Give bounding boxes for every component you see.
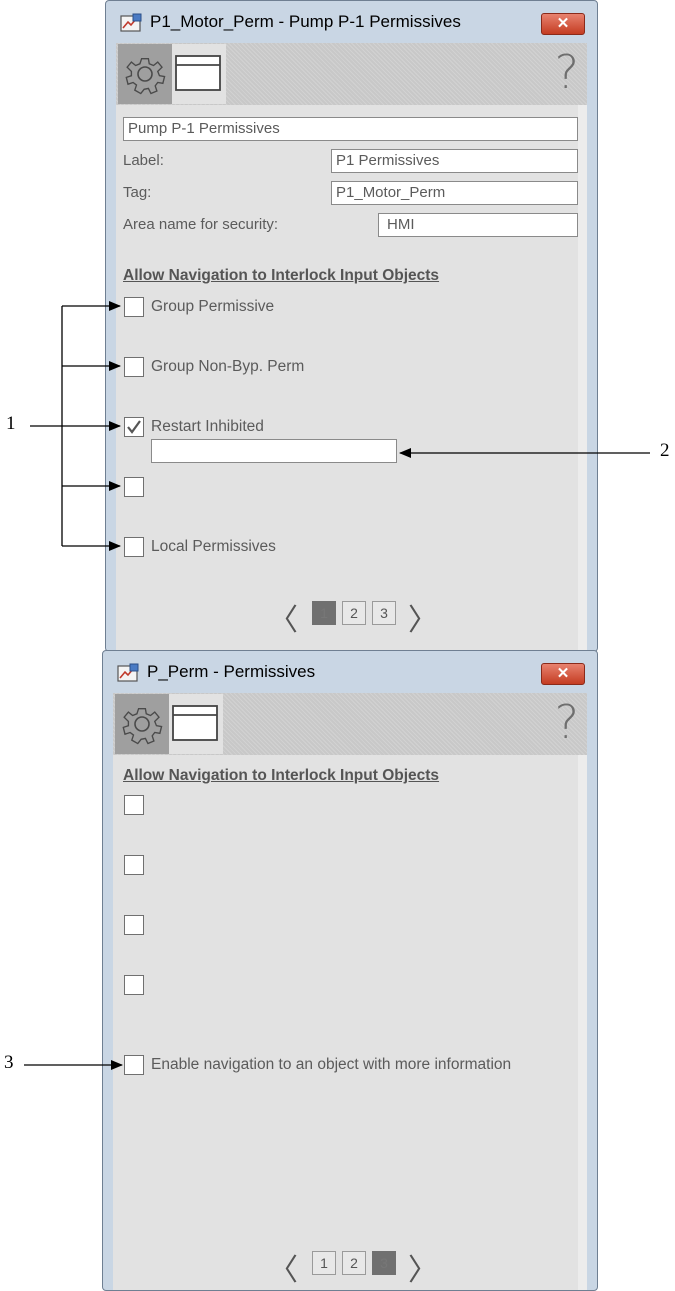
checkbox-group-non-byp-perm[interactable] (124, 357, 144, 377)
checkmark-icon (127, 420, 141, 434)
close-icon: ✕ (556, 15, 570, 32)
window-icon (175, 55, 221, 91)
checkbox-label: Restart Inhibited (151, 418, 264, 435)
faceplate-window-p-perm: P_Perm - Permissives ✕ ? Allow Navigatio… (102, 650, 598, 1291)
checkbox-label: Enable navigation to an object with more… (151, 1056, 512, 1073)
area-caption: Area name for security: (123, 216, 279, 233)
scrollbar[interactable] (578, 105, 587, 651)
checkbox-3[interactable] (124, 915, 144, 935)
checkbox-label: Group Non-Byp. Perm (151, 358, 305, 375)
page-2-button[interactable]: 2 (342, 601, 366, 625)
toolbar: ? (116, 43, 587, 105)
checkbox-2[interactable] (124, 855, 144, 875)
title-bar[interactable]: P1_Motor_Perm - Pump P-1 Permissives ✕ (106, 1, 597, 41)
callout-label-2: 2 (660, 440, 670, 461)
tag-caption: Tag: (123, 184, 152, 201)
next-page-button[interactable]: 〉 (408, 1245, 438, 1289)
gear-icon (122, 708, 163, 745)
checkbox-unlabeled[interactable] (124, 477, 144, 497)
window-title: P1_Motor_Perm - Pump P-1 Permissives (150, 12, 461, 31)
faceplate-client: ? Pump P-1 Permissives Label: P1 Permiss… (116, 43, 587, 651)
section-title: Allow Navigation to Interlock Input Obje… (123, 767, 440, 784)
checkbox-1[interactable] (124, 795, 144, 815)
prev-page-button[interactable]: 〈 (268, 595, 298, 639)
prev-page-button[interactable]: 〈 (268, 1245, 298, 1289)
gear-icon (125, 58, 166, 95)
page-1-button[interactable]: 1 (312, 601, 336, 625)
scrollbar[interactable] (578, 755, 587, 1290)
close-button[interactable]: ✕ (541, 13, 585, 35)
checkbox-restart-inhibited[interactable] (124, 417, 144, 437)
tag-field[interactable]: P1_Motor_Perm (331, 181, 578, 205)
page-3-button[interactable]: 3 (372, 1251, 396, 1275)
label-caption: Label: (123, 152, 164, 169)
checkbox-enable-navigation[interactable] (124, 1055, 144, 1075)
settings-tab[interactable] (118, 44, 172, 104)
window-icon (172, 705, 218, 741)
description-field[interactable]: Pump P-1 Permissives (123, 117, 578, 141)
faceplate-window-p1-motor-perm: P1_Motor_Perm - Pump P-1 Permissives ✕ ? (105, 0, 598, 652)
restart-inhibited-object-field[interactable] (151, 439, 397, 463)
checkbox-4[interactable] (124, 975, 144, 995)
callout-label-3: 3 (4, 1052, 14, 1073)
help-icon[interactable]: ? (555, 695, 579, 749)
label-field[interactable]: P1 Permissives (331, 149, 578, 173)
checkbox-group-permissive[interactable] (124, 297, 144, 317)
settings-tab[interactable] (115, 694, 169, 754)
faceplate-client: ? Allow Navigation to Interlock Input Ob… (113, 693, 587, 1290)
toolbar: ? (113, 693, 587, 755)
display-tab[interactable] (172, 44, 226, 104)
title-bar[interactable]: P_Perm - Permissives ✕ (103, 651, 597, 691)
close-button[interactable]: ✕ (541, 663, 585, 685)
faceplate-app-icon (117, 663, 139, 682)
faceplate-app-icon (120, 13, 142, 32)
window-title: P_Perm - Permissives (147, 662, 316, 681)
area-field[interactable]: HMI (378, 213, 578, 237)
checkbox-label: Local Permissives (151, 538, 276, 555)
next-page-button[interactable]: 〉 (408, 595, 438, 639)
display-tab[interactable] (169, 694, 223, 754)
close-icon: ✕ (556, 665, 570, 682)
checkbox-label: Group Permissive (151, 298, 275, 315)
help-icon[interactable]: ? (555, 45, 579, 99)
page-2-button[interactable]: 2 (342, 1251, 366, 1275)
checkbox-local-permissives[interactable] (124, 537, 144, 557)
page-3-button[interactable]: 3 (372, 601, 396, 625)
page-1-button[interactable]: 1 (312, 1251, 336, 1275)
callout-label-1: 1 (6, 413, 16, 434)
section-title: Allow Navigation to Interlock Input Obje… (123, 267, 440, 284)
